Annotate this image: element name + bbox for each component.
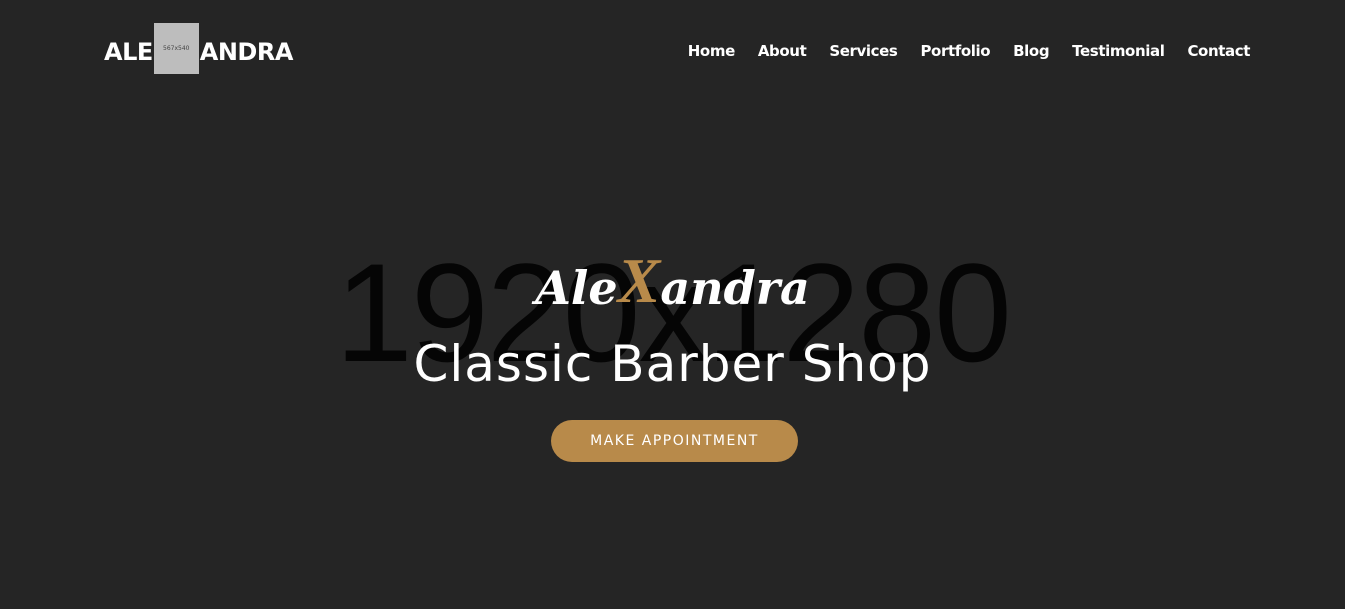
hero-section: 1920x1280 ALE 567x540 ANDRA Home About S…: [0, 0, 1345, 609]
nav-home[interactable]: Home: [688, 40, 735, 62]
brand-text-after: andra: [660, 261, 810, 315]
hero-tagline: Classic Barber Shop: [413, 335, 932, 393]
logo-text-left: ALE: [104, 38, 153, 66]
nav-portfolio[interactable]: Portfolio: [920, 40, 990, 62]
nav-about[interactable]: About: [758, 40, 807, 62]
nav-services[interactable]: Services: [829, 40, 897, 62]
logo-text-right: ANDRA: [199, 38, 294, 66]
hero-brand-name: AleXandra: [0, 244, 1345, 318]
logo-image-placeholder: 567x540: [153, 22, 199, 74]
brand-text-before: Ale: [535, 261, 618, 315]
make-appointment-button[interactable]: MAKE APPOINTMENT: [551, 420, 798, 462]
logo-image-size-label: 567x540: [163, 44, 190, 52]
main-navigation: Home About Services Portfolio Blog Testi…: [665, 40, 1251, 62]
nav-testimonial[interactable]: Testimonial: [1072, 40, 1165, 62]
site-logo[interactable]: ALE 567x540 ANDRA: [104, 22, 294, 74]
nav-blog[interactable]: Blog: [1013, 40, 1049, 62]
nav-contact[interactable]: Contact: [1187, 40, 1250, 62]
brand-accent-letter: X: [617, 245, 661, 316]
